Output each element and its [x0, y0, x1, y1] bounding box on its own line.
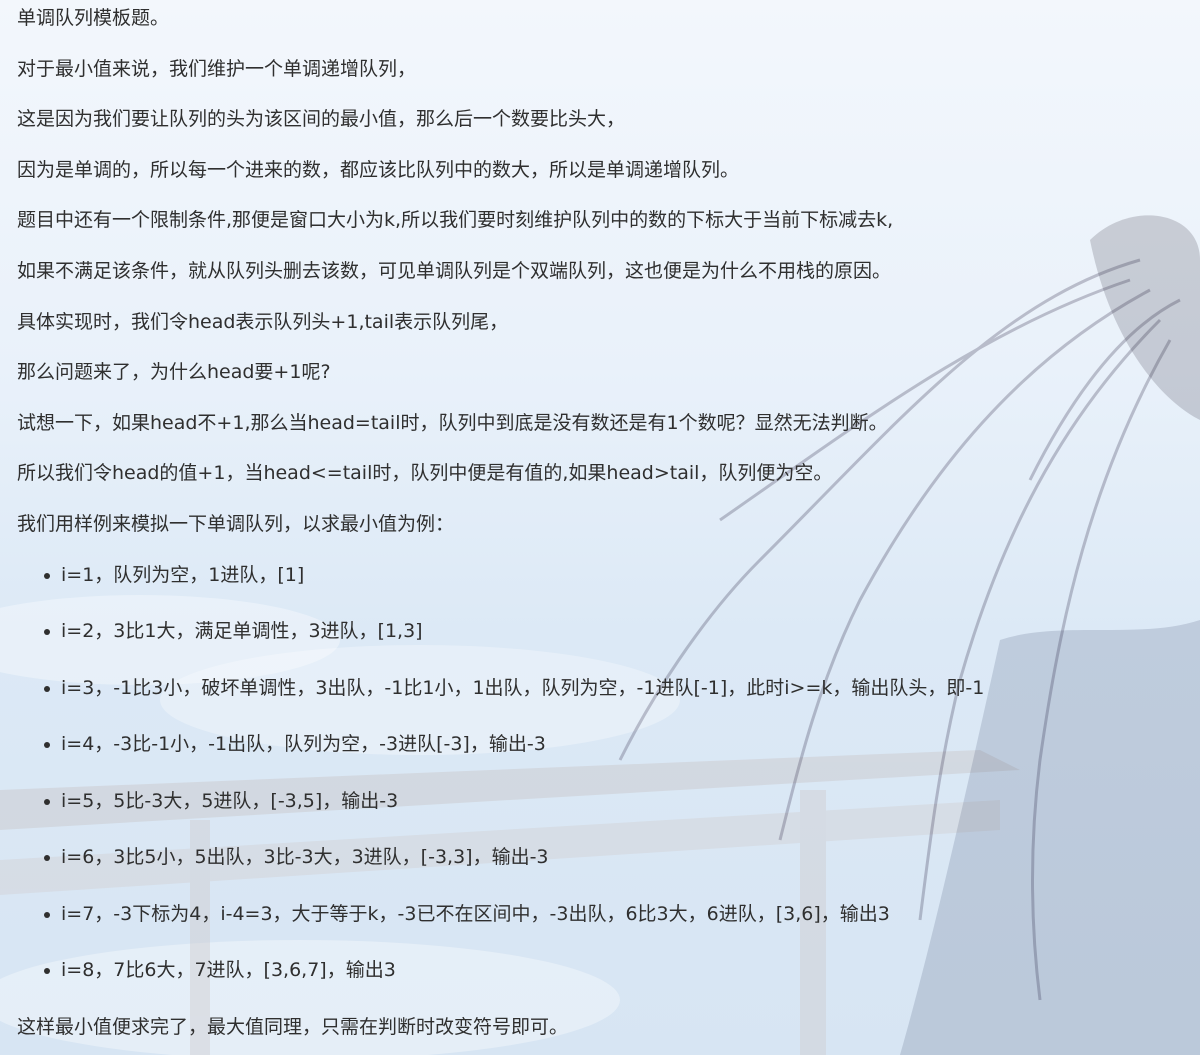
intro-line: 具体实现时，我们令head表示队列头+1,tail表示队列尾， [17, 310, 509, 333]
intro-line: 试想一下，如果head不+1,那么当head=tail时，队列中到底是没有数还是… [17, 411, 888, 434]
list-item: i=1，队列为空，1进队，[1] [17, 557, 1197, 614]
closing-line: 这样最小值便求完了，最大值同理，只需在判断时改变符号即可。 [17, 1015, 569, 1038]
intro-line: 这是因为我们要让队列的头为该区间的最小值，那么后一个数要比头大， [17, 108, 626, 131]
intro-line: 因为是单调的，所以每一个进来的数，都应该比队列中的数大，所以是单调递增队列。 [17, 158, 740, 181]
intro-line: 那么问题来了，为什么head要+1呢? [17, 361, 331, 384]
intro-line: 题目中还有一个限制条件,那便是窗口大小为k,所以我们要时刻维护队列中的数的下标大… [17, 209, 894, 232]
intro-line: 我们用样例来模拟一下单调队列，以求最小值为例： [17, 512, 455, 535]
list-item: i=8，7比6大，7进队，[3,6,7]，输出3 [17, 952, 1197, 1009]
list-item: i=3，-1比3小，破坏单调性，3出队，-1比1小，1出队，队列为空，-1进队[… [17, 670, 1197, 727]
intro-line: 所以我们令head的值+1，当head<=tail时，队列中便是有值的,如果he… [17, 462, 833, 485]
list-item: i=2，3比1大，满足单调性，3进队，[1,3] [17, 613, 1197, 670]
list-item: i=7，-3下标为4，i-4=3，大于等于k，-3已不在区间中，-3出队，6比3… [17, 896, 1197, 953]
intro-line: 如果不满足该条件，就从队列头删去该数，可见单调队列是个双端队列，这也便是为什么不… [17, 259, 892, 282]
intro-line: 单调队列模板题。 [17, 7, 170, 29]
list-item: i=5，5比-3大，5进队，[-3,5]，输出-3 [17, 783, 1197, 840]
article-body: 单调队列模板题。 对于最小值来说，我们维护一个单调递增队列， 这是因为我们要让队… [17, 0, 1197, 1045]
list-item: i=4，-3比-1小，-1出队，队列为空，-3进队[-3]，输出-3 [17, 726, 1197, 783]
simulation-steps-list: i=1，队列为空，1进队，[1] i=2，3比1大，满足单调性，3进队，[1,3… [17, 557, 1197, 1009]
list-item: i=6，3比5小，5出队，3比-3大，3进队，[-3,3]，输出-3 [17, 839, 1197, 896]
intro-line: 对于最小值来说，我们维护一个单调递增队列， [17, 57, 417, 80]
